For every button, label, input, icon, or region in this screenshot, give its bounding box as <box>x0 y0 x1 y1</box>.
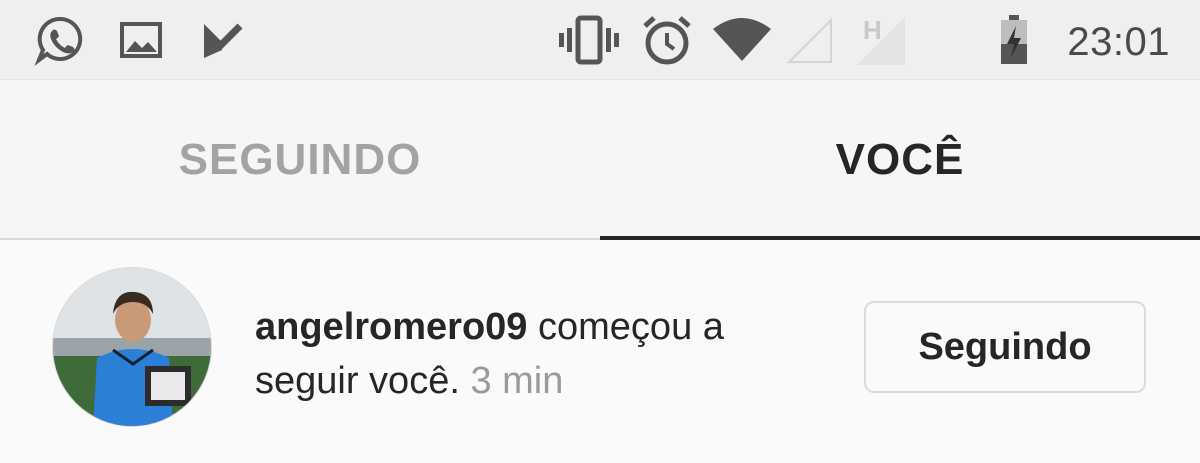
status-clock: 23:01 <box>1067 20 1170 64</box>
svg-text:H: H <box>863 15 882 45</box>
signal-icon <box>784 12 834 68</box>
status-bar: H 23:01 <box>0 0 1200 80</box>
network-h-icon: H <box>852 12 908 68</box>
inbox-check-icon <box>196 12 248 68</box>
battery-charging-icon <box>996 12 1032 68</box>
vibrate-icon <box>556 12 622 68</box>
active-tab-indicator <box>600 236 1200 240</box>
tab-you[interactable]: VOCÊ <box>600 80 1200 240</box>
notification-text: angelromero09 começou a seguir você. 3 m… <box>255 300 835 408</box>
notification-list: angelromero09 começou a seguir você. 3 m… <box>0 242 1200 463</box>
wifi-icon <box>710 12 774 68</box>
following-button[interactable]: Seguindo <box>864 301 1146 393</box>
notification-username[interactable]: angelromero09 <box>255 306 527 348</box>
image-icon <box>118 12 164 68</box>
whatsapp-icon <box>30 12 90 68</box>
activity-tabs: SEGUINDO VOCÊ <box>0 80 1200 240</box>
alarm-icon <box>640 12 694 68</box>
notification-timestamp: 3 min <box>470 360 564 402</box>
tab-following[interactable]: SEGUINDO <box>0 80 600 240</box>
avatar[interactable] <box>52 267 212 427</box>
